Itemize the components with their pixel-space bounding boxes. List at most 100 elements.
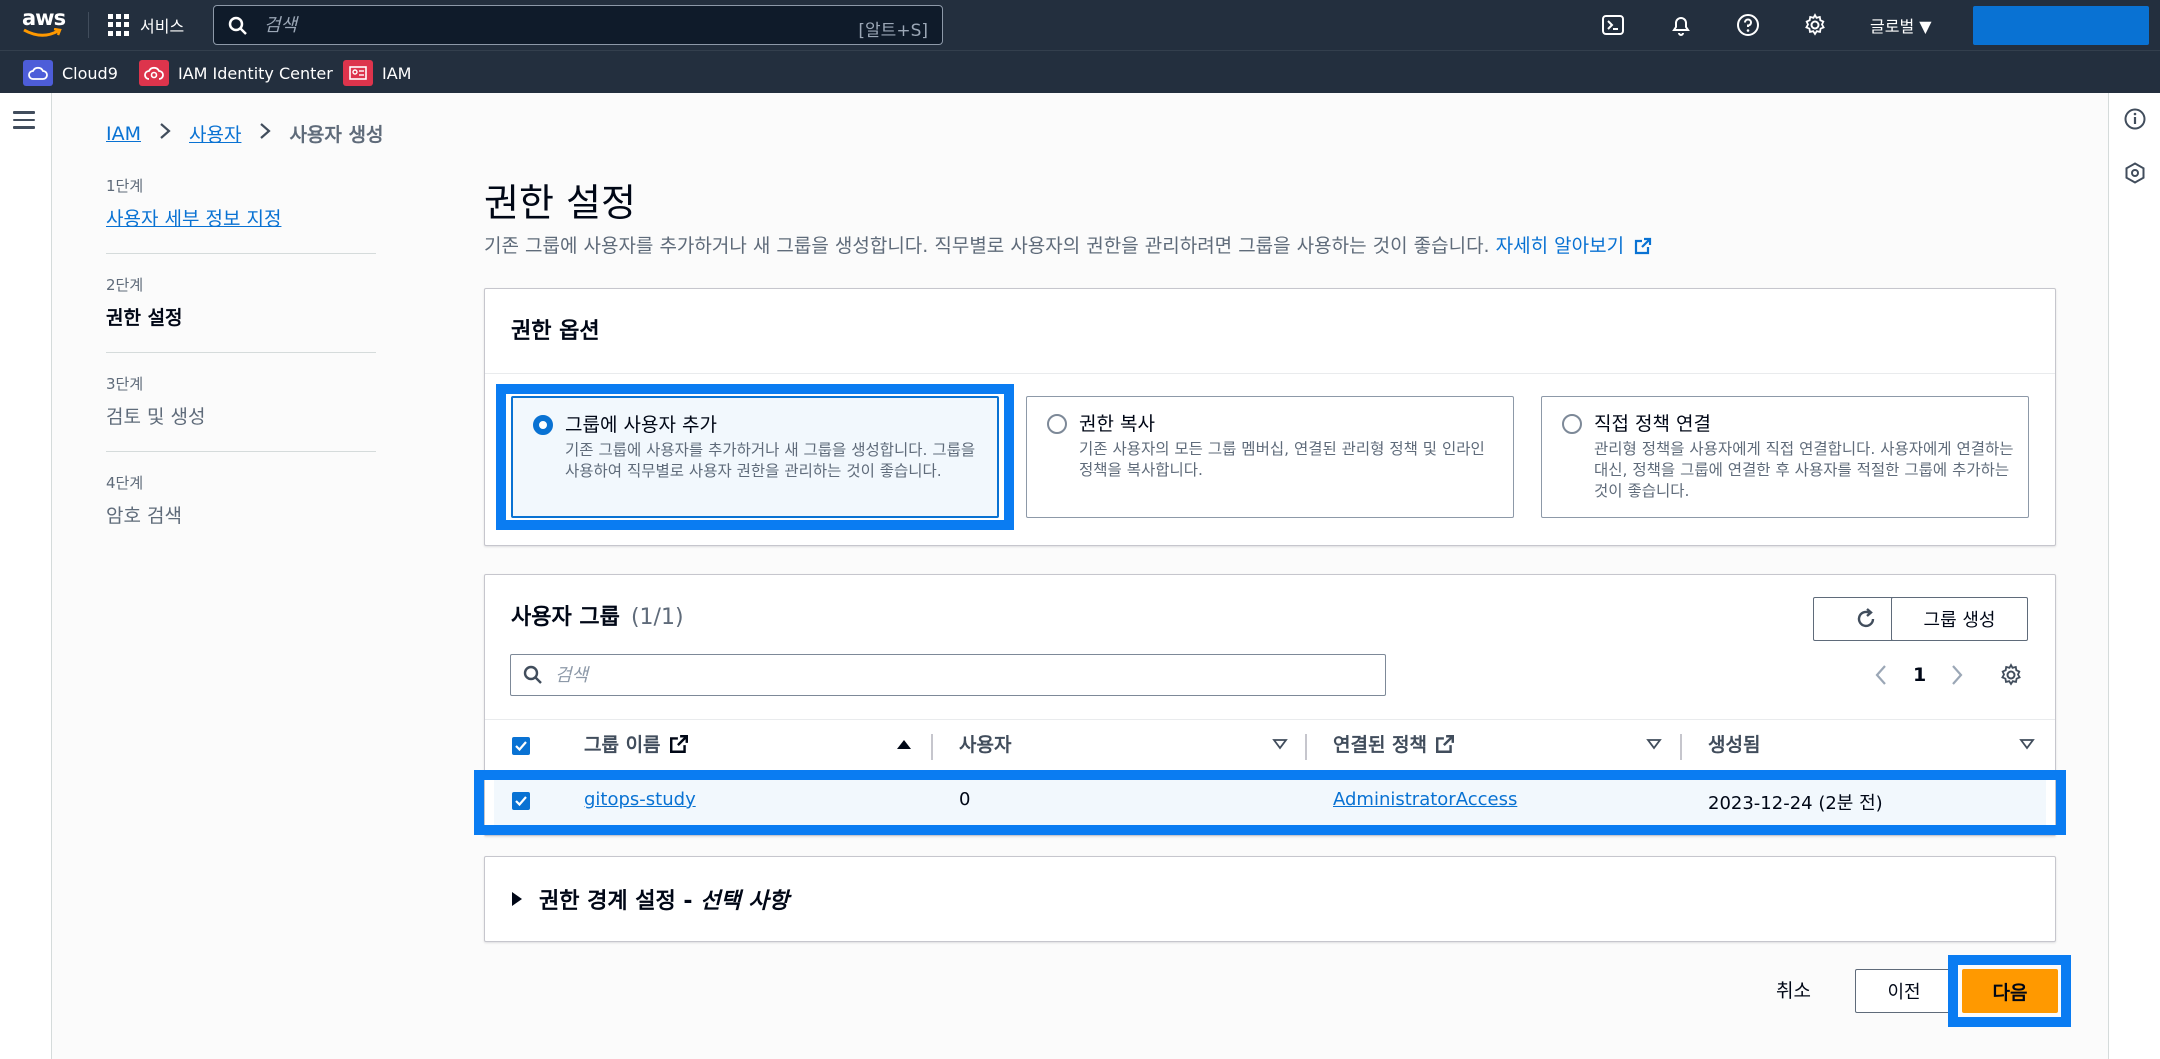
sort-descending-icon[interactable]	[2019, 738, 2035, 750]
favorite-iam-identity-center[interactable]: IAM Identity Center	[139, 60, 333, 86]
boundary-title-text: 권한 경계 설정 -	[539, 889, 701, 914]
aws-logo[interactable]: aws	[22, 8, 66, 42]
option-description: 기존 사용자의 모든 그룹 멤버십, 연결된 관리형 정책 및 인라인 정책을 …	[1079, 440, 1485, 479]
attached-policy-link[interactable]: AdministratorAccess	[1333, 789, 1517, 810]
cancel-button[interactable]: 취소	[1776, 976, 1811, 1003]
iam-icon	[343, 60, 373, 86]
pagination-prev-icon[interactable]	[1874, 664, 1888, 686]
permission-options-title: 권한 옵션	[511, 319, 600, 344]
notifications-bell-icon[interactable]	[1669, 13, 1693, 37]
column-separator	[1305, 734, 1307, 760]
pagination-page-number[interactable]: 1	[1913, 664, 1926, 686]
user-groups-count: (1/1)	[630, 605, 684, 630]
favorite-cloud9[interactable]: Cloud9	[23, 60, 118, 86]
checkmark-icon	[515, 796, 527, 807]
table-preferences-gear-icon[interactable]	[1999, 663, 2023, 687]
option-description: 기존 그룹에 사용자를 추가하거나 새 그룹을 생성합니다. 그룹을 사용하여 …	[565, 441, 976, 480]
option-copy-permissions[interactable]: 권한 복사 기존 사용자의 모든 그룹 멤버십, 연결된 관리형 정책 및 인라…	[1026, 396, 1514, 518]
option-description: 관리형 정책을 사용자에게 직접 연결합니다. 사용자에게 연결하는 대신, 정…	[1594, 440, 2014, 500]
left-navigation-rail	[0, 93, 52, 1059]
global-search[interactable]: [알트+S]	[213, 5, 943, 45]
services-menu-button[interactable]: 서비스	[108, 10, 184, 40]
step-password: 암호 검색	[106, 505, 182, 527]
sort-descending-icon[interactable]	[1272, 738, 1288, 750]
column-header-created[interactable]: 생성됨	[1708, 730, 1760, 757]
table-top-border	[485, 719, 2055, 720]
page-title: 권한 설정	[484, 181, 636, 225]
radio-icon[interactable]	[1562, 414, 1582, 434]
cloudshell-icon[interactable]	[1601, 13, 1625, 37]
column-separator	[1680, 734, 1682, 760]
column-header-attached-policies[interactable]: 연결된 정책	[1333, 730, 1455, 757]
grid-icon	[108, 14, 130, 36]
nav-divider	[88, 12, 89, 38]
top-navigation: aws 서비스 [알트+S] 글로벌 ▼	[0, 0, 2160, 50]
learn-more-link[interactable]: 자세히 알아보기	[1496, 235, 1652, 257]
learn-more-label: 자세히 알아보기	[1495, 235, 1625, 257]
cloud9-icon	[23, 60, 53, 86]
wizard-step-1: 1단계 사용자 세부 정보 지정	[106, 175, 376, 254]
help-icon[interactable]	[1736, 13, 1760, 37]
caret-right-icon	[512, 892, 522, 906]
column-label: 연결된 정책	[1333, 734, 1428, 756]
step-link-user-details[interactable]: 사용자 세부 정보 지정	[106, 204, 376, 231]
external-link-icon	[669, 734, 688, 753]
search-icon	[228, 16, 247, 35]
shield-hexagon-icon[interactable]	[2123, 161, 2147, 185]
page-description: 기존 그룹에 사용자를 추가하거나 새 그룹을 생성합니다. 직무별로 사용자의…	[484, 231, 1652, 258]
favorite-label: IAM Identity Center	[178, 63, 333, 83]
settings-gear-icon[interactable]	[1803, 13, 1827, 37]
table-header-border	[485, 771, 2055, 772]
favorite-iam[interactable]: IAM	[343, 60, 411, 86]
step-current-permissions: 권한 설정	[106, 307, 183, 329]
next-button[interactable]: 다음	[1962, 969, 2058, 1013]
option-add-user-to-group[interactable]: 그룹에 사용자 추가 기존 그룹에 사용자를 추가하거나 새 그룹을 생성합니다…	[511, 396, 999, 518]
right-tools-rail	[2108, 93, 2160, 1059]
column-header-users[interactable]: 사용자	[959, 730, 1011, 757]
sort-descending-icon[interactable]	[1646, 738, 1662, 750]
external-link-icon	[1635, 237, 1652, 255]
create-group-button[interactable]: 그룹 생성	[1891, 597, 2028, 641]
checkmark-icon	[515, 741, 527, 752]
global-search-input[interactable]	[264, 12, 784, 38]
search-icon	[523, 665, 542, 684]
group-name-link[interactable]: gitops-study	[584, 789, 696, 810]
group-search[interactable]	[510, 654, 1386, 696]
radio-selected-icon[interactable]	[533, 415, 553, 435]
pagination-next-icon[interactable]	[1950, 664, 1964, 686]
account-menu-button[interactable]	[1973, 6, 2149, 45]
step-number: 1단계	[106, 177, 144, 195]
step-review: 검토 및 생성	[106, 406, 206, 428]
group-users-count: 0	[959, 789, 971, 810]
sort-ascending-icon[interactable]	[896, 738, 912, 750]
identity-center-icon	[139, 60, 169, 86]
refresh-icon	[1857, 608, 1875, 628]
select-all-checkbox[interactable]	[512, 737, 530, 755]
permissions-boundary-expander[interactable]: 권한 경계 설정 - 선택 사항	[484, 856, 2056, 942]
column-label: 사용자	[959, 734, 1012, 756]
breadcrumb: IAM 사용자 사용자 생성	[106, 120, 383, 147]
breadcrumb-users[interactable]: 사용자	[189, 120, 241, 147]
wizard-step-4: 4단계 암호 검색	[106, 472, 376, 550]
breadcrumb-iam[interactable]: IAM	[106, 123, 141, 145]
wizard-step-3: 3단계 검토 및 생성	[106, 373, 376, 452]
favorite-label: Cloud9	[62, 63, 118, 83]
option-attach-policies-directly[interactable]: 직접 정책 연결 관리형 정책을 사용자에게 직접 연결합니다. 사용자에게 연…	[1541, 396, 2029, 518]
chevron-right-icon	[159, 122, 171, 145]
step-number: 4단계	[106, 474, 144, 492]
external-link-icon	[1436, 734, 1455, 753]
column-header-group-name[interactable]: 그룹 이름	[584, 730, 689, 757]
region-selector[interactable]: 글로벌 ▼	[1870, 13, 1932, 37]
column-label: 생성됨	[1708, 734, 1761, 756]
group-search-input[interactable]	[555, 663, 1355, 687]
step-number: 3단계	[106, 375, 144, 393]
info-icon[interactable]	[2123, 107, 2147, 131]
favorites-bar: Cloud9 IAM Identity Center IAM	[0, 50, 2160, 93]
previous-button[interactable]: 이전	[1855, 969, 1953, 1013]
radio-icon[interactable]	[1047, 414, 1067, 434]
permissions-boundary-title: 권한 경계 설정 - 선택 사항	[539, 883, 789, 915]
menu-hamburger-icon[interactable]	[13, 111, 35, 134]
breadcrumb-current: 사용자 생성	[289, 124, 384, 146]
step-number: 2단계	[106, 276, 144, 294]
row-checkbox[interactable]	[512, 792, 530, 810]
